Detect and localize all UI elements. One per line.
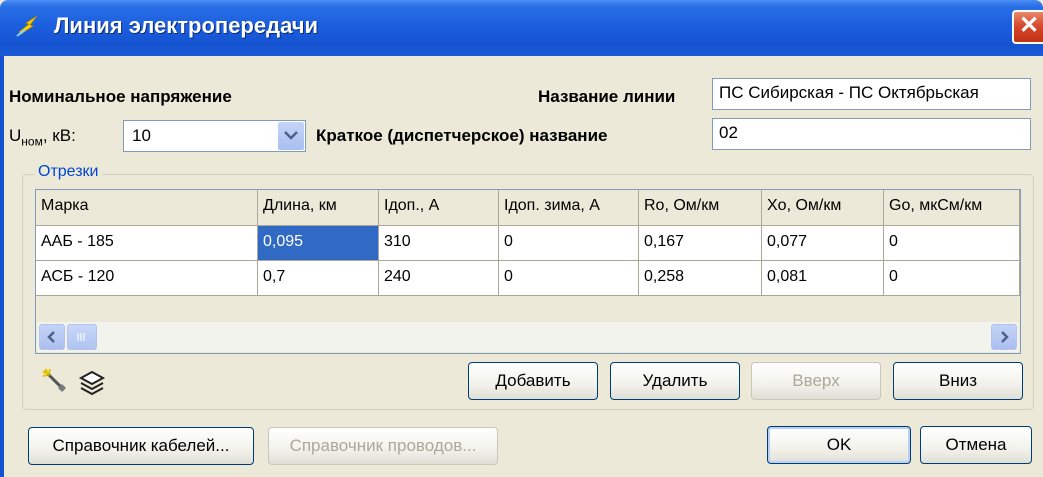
voltage-select[interactable]: 10: [123, 120, 306, 152]
voltage-label: Uном, кВ:: [9, 126, 76, 149]
column-header[interactable]: Iдоп. зима, А: [499, 190, 639, 226]
table-cell-selected[interactable]: 0,095: [258, 226, 379, 261]
delete-button[interactable]: Удалить: [610, 362, 740, 400]
table-cell[interactable]: 0: [499, 261, 639, 296]
table-cell[interactable]: АСБ - 120: [36, 261, 258, 296]
short-name-label: Краткое (диспетчерское) название: [316, 126, 608, 145]
scroll-left-button[interactable]: [39, 324, 65, 350]
move-up-button[interactable]: Вверх: [751, 362, 881, 400]
table-cell[interactable]: 0,167: [639, 226, 762, 261]
table-cell[interactable]: 240: [379, 261, 499, 296]
table-cell[interactable]: ААБ - 185: [36, 226, 258, 261]
scroll-right-button[interactable]: [991, 324, 1017, 350]
add-button[interactable]: Добавить: [468, 362, 598, 400]
line-name-label: Название линии: [538, 87, 676, 106]
cable-reference-button[interactable]: Справочник кабелей...: [28, 427, 254, 465]
grip-icon: [77, 333, 85, 341]
short-name-input[interactable]: 02: [712, 118, 1031, 150]
wire-reference-button[interactable]: Справочник проводов...: [268, 427, 498, 465]
voltage-select-dropdown[interactable]: [278, 122, 304, 150]
table-cell[interactable]: 0: [499, 226, 639, 261]
layers-icon[interactable]: [76, 366, 108, 398]
table-cell[interactable]: 0,081: [762, 261, 884, 296]
column-header[interactable]: Xo, Ом/км: [762, 190, 884, 226]
power-line-icon: [16, 15, 38, 37]
horizontal-scrollbar[interactable]: [37, 322, 1019, 352]
nominal-voltage-heading: Номинальное напряжение: [9, 87, 232, 106]
segments-group-title: Отрезки: [35, 163, 102, 181]
move-down-button[interactable]: Вниз: [893, 362, 1023, 400]
line-name-input[interactable]: ПС Сибирская - ПС Октябрьская: [712, 78, 1031, 110]
voltage-select-value: 10: [132, 126, 151, 145]
table-cell[interactable]: 0: [884, 261, 1020, 296]
segments-table[interactable]: Марка Длина, км Iдоп., А Iдоп. зима, А R…: [35, 189, 1021, 354]
chevron-right-icon: [1001, 331, 1009, 343]
column-header[interactable]: Ro, Ом/км: [639, 190, 762, 226]
column-header[interactable]: Длина, км: [258, 190, 379, 226]
ok-button[interactable]: OK: [767, 426, 911, 464]
scroll-thumb[interactable]: [67, 324, 97, 350]
close-button[interactable]: ✕: [1012, 10, 1043, 44]
column-header[interactable]: Go, мкСм/км: [884, 190, 1020, 226]
close-icon: ✕: [1018, 12, 1040, 39]
window-border: [0, 56, 4, 477]
chevron-left-icon: [47, 331, 55, 343]
table-cell[interactable]: 310: [379, 226, 499, 261]
table-cell[interactable]: 0,258: [639, 261, 762, 296]
table-cell[interactable]: 0,7: [258, 261, 379, 296]
window-title: Линия электропередачи: [54, 13, 319, 38]
title-bar: Линия электропередачи ✕: [0, 0, 1043, 56]
wand-icon[interactable]: [40, 366, 72, 398]
table-cell[interactable]: 0: [884, 226, 1020, 261]
column-header[interactable]: Iдоп., А: [379, 190, 499, 226]
table-cell[interactable]: 0,077: [762, 226, 884, 261]
cancel-button[interactable]: Отмена: [920, 426, 1032, 464]
dialog-window: Линия электропередачи ✕ Номинальное напр…: [0, 0, 1043, 477]
chevron-down-icon: [284, 131, 298, 140]
column-header[interactable]: Марка: [36, 190, 258, 226]
